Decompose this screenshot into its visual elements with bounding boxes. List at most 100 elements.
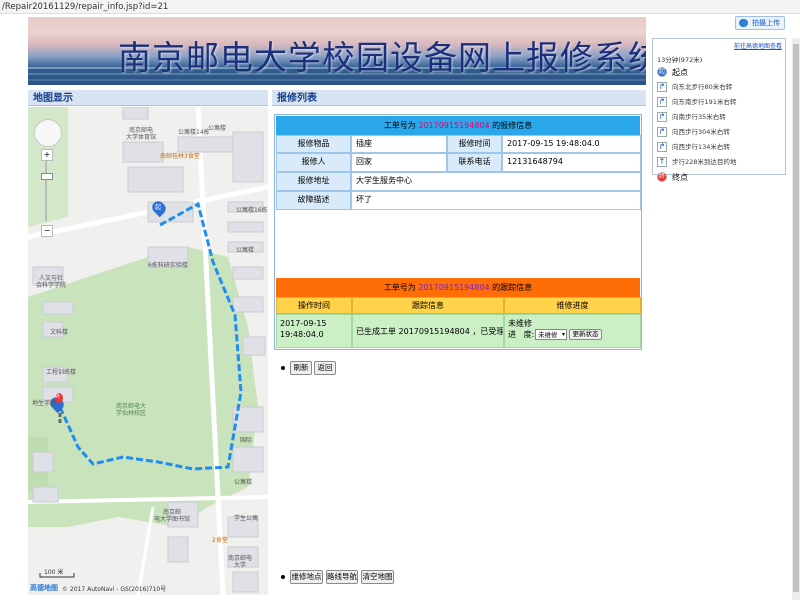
page-scrollbar[interactable] <box>792 38 800 600</box>
repair-info-header: 工单号为 20170915194804 的报修信息 <box>276 116 640 135</box>
info-order-number: 20170915194804 <box>418 121 490 130</box>
map-scale-label: 100 米 <box>44 569 64 576</box>
bullet-icon <box>281 575 285 579</box>
cloud-icon <box>739 19 748 27</box>
col-operation-time: 操作时间 <box>276 297 352 314</box>
map-pan-control[interactable] <box>34 119 62 147</box>
phone-value: 12131648794 <box>502 153 641 172</box>
map-label-buildings-14: 2食堂 <box>212 537 228 544</box>
turn-right-icon: ↱ <box>657 97 667 107</box>
map-label-buildings-3: 公寓楼14栋 <box>178 129 210 136</box>
track-progress-cell: 未维修 进 度: 未维修 ▾ 更新状态 <box>504 314 641 348</box>
campus-map[interactable]: + − 起 终 南京邮电 大学体育馆 南邮桂林3食堂 公寓楼14栋 公寓楼 公寓楼16栋… <box>28 107 268 595</box>
zoom-in-button[interactable]: + <box>41 149 53 161</box>
map-label-buildings-7: 6栋科研实验楼 <box>148 262 188 269</box>
info-header-prefix: 工单号为 <box>383 121 419 130</box>
back-button[interactable]: 返回 <box>314 361 336 375</box>
route-step-text: 向西步行134米右转 <box>672 143 730 151</box>
map-label-buildings-16: 国际 <box>240 437 253 444</box>
track-date: 2017-09-15 <box>280 319 327 328</box>
fault-label: 故障描述 <box>276 191 351 210</box>
turn-right-icon: ↱ <box>657 82 667 92</box>
map-label-buildings-6: 公寓楼 <box>236 247 255 254</box>
track-info-cell: 已生成工单 20170915194804 ，已受理。 <box>352 314 504 348</box>
end-marker-label: 终 <box>55 394 61 400</box>
route-step: 终终点 <box>655 170 783 185</box>
route-step: ↱ 向东北步行80米右转 <box>655 80 783 95</box>
scrollbar-thumb[interactable] <box>793 44 799 592</box>
start-marker-label: 起 <box>155 204 162 211</box>
time-value: 2017-09-15 19:48:04.0 <box>502 135 641 153</box>
route-step: ↱ 向西步行304米右转 <box>655 125 783 140</box>
header-banner: 南京邮电大学校园设备网上报修系统 <box>28 17 646 85</box>
map-label-buildings-10: 工程训练楼 <box>46 369 77 376</box>
route-step-text: 向东北步行80米右转 <box>672 83 733 91</box>
map-label-buildings-12: 南京邮电大 学仙林校区 <box>116 403 147 417</box>
address-value: 大学生服务中心 <box>351 172 641 191</box>
address-bar[interactable]: /Repair20161129/repair_info.jsp?id=21 <box>0 0 800 14</box>
phone-label: 联系电话 <box>447 153 502 172</box>
progress-select-value: 未维修 <box>538 331 558 339</box>
repair-location-button[interactable]: 维修地点 <box>290 570 323 584</box>
repair-section-title: 报修列表 <box>272 90 646 106</box>
route-step-text: 终点 <box>672 173 688 182</box>
url-text: /Repair20161129/repair_info.jsp?id=21 <box>2 2 169 12</box>
time-label: 报修时间 <box>447 135 502 153</box>
end-icon: 终 <box>657 172 667 182</box>
open-amap-link[interactable]: 前往高德地图查看 <box>734 41 782 50</box>
clear-map-button[interactable]: 清空地图 <box>361 570 394 584</box>
repair-info-panel: 工单号为 20170915194804 的报修信息 报修物品 插座 报修时间 2… <box>274 114 642 350</box>
route-step: ↱ 向南步行35米右转 <box>655 110 783 125</box>
route-step-text: 步行228米到达目的地 <box>672 158 737 166</box>
map-canvas <box>28 107 268 595</box>
map-label-buildings-18: 南京邮电 大学 <box>228 555 253 569</box>
track-header-prefix: 工单号为 <box>383 283 419 292</box>
route-step: ↑ 步行228米到达目的地 <box>655 155 783 170</box>
upload-button[interactable]: 拍摄上传 <box>735 16 785 30</box>
item-value: 插座 <box>351 135 447 153</box>
route-panel: 前往高德地图查看 13分钟(972米) 起起点 ↱ 向东北步行80米右转 ↱ 向东南步行… <box>652 38 786 182</box>
map-label-buildings-15: 学生公寓 <box>234 515 259 522</box>
select-arrow-icon: ▾ <box>561 331 565 338</box>
col-track-info: 跟踪信息 <box>352 297 504 314</box>
route-step: 起起点 <box>655 65 783 80</box>
person-label: 报修人 <box>276 153 351 172</box>
track-info-header: 工单号为 20170915194804 的跟踪信息 <box>276 278 640 297</box>
col-repair-progress: 维修进度 <box>504 297 641 314</box>
route-summary: 13分钟(972米) <box>657 56 703 64</box>
map-label-buildings-17: 公寓楼 <box>234 479 253 486</box>
route-step: ↱ 向东南步行191米右转 <box>655 95 783 110</box>
turn-right-icon: ↱ <box>657 127 667 137</box>
repair-status: 未维修 <box>508 319 532 328</box>
route-step-text: 起点 <box>672 68 688 77</box>
site-title: 南京邮电大学校园设备网上报修系统 <box>118 38 646 77</box>
route-navigation-button[interactable]: 路线导航 <box>326 570 358 584</box>
route-step-text: 向东南步行191米右转 <box>672 98 737 106</box>
map-label-buildings-5: 公寓楼16栋 <box>236 207 268 214</box>
update-status-button[interactable]: 更新状态 <box>569 329 602 340</box>
route-step-text: 向南步行35米右转 <box>672 113 726 121</box>
track-order-number: 20170915194804 <box>418 283 490 292</box>
address-label: 报修地址 <box>276 172 351 191</box>
progress-label: 进 度: <box>508 330 535 339</box>
progress-select[interactable]: 未维修 ▾ <box>535 329 567 340</box>
map-copyright: © 2017 AutoNavi - GS(2016)710号 <box>62 586 167 593</box>
track-header-suffix: 的跟踪信息 <box>489 283 533 292</box>
zoom-slider[interactable] <box>45 161 47 221</box>
straight-icon: ↑ <box>657 157 667 167</box>
item-label: 报修物品 <box>276 135 351 153</box>
map-label-buildings-11: 地生学院 <box>32 400 57 407</box>
turn-right-icon: ↱ <box>657 142 667 152</box>
fault-value: 坏了 <box>351 191 641 210</box>
track-time: 19:48:04.0 <box>280 330 324 339</box>
track-time-cell: 2017-09-15 19:48:04.0 <box>276 314 352 348</box>
map-label-buildings-13: 南京邮 电大学图书馆 <box>154 509 191 523</box>
bullet-icon <box>281 366 285 370</box>
upload-label: 拍摄上传 <box>752 19 780 27</box>
start-icon: 起 <box>657 67 667 77</box>
map-label-buildings-1: 南京邮电 大学体育馆 <box>126 127 157 141</box>
zoom-handle[interactable] <box>41 173 53 180</box>
zoom-out-button[interactable]: − <box>41 225 53 237</box>
person-value: 回家 <box>351 153 447 172</box>
refresh-button[interactable]: 刷新 <box>290 361 312 375</box>
